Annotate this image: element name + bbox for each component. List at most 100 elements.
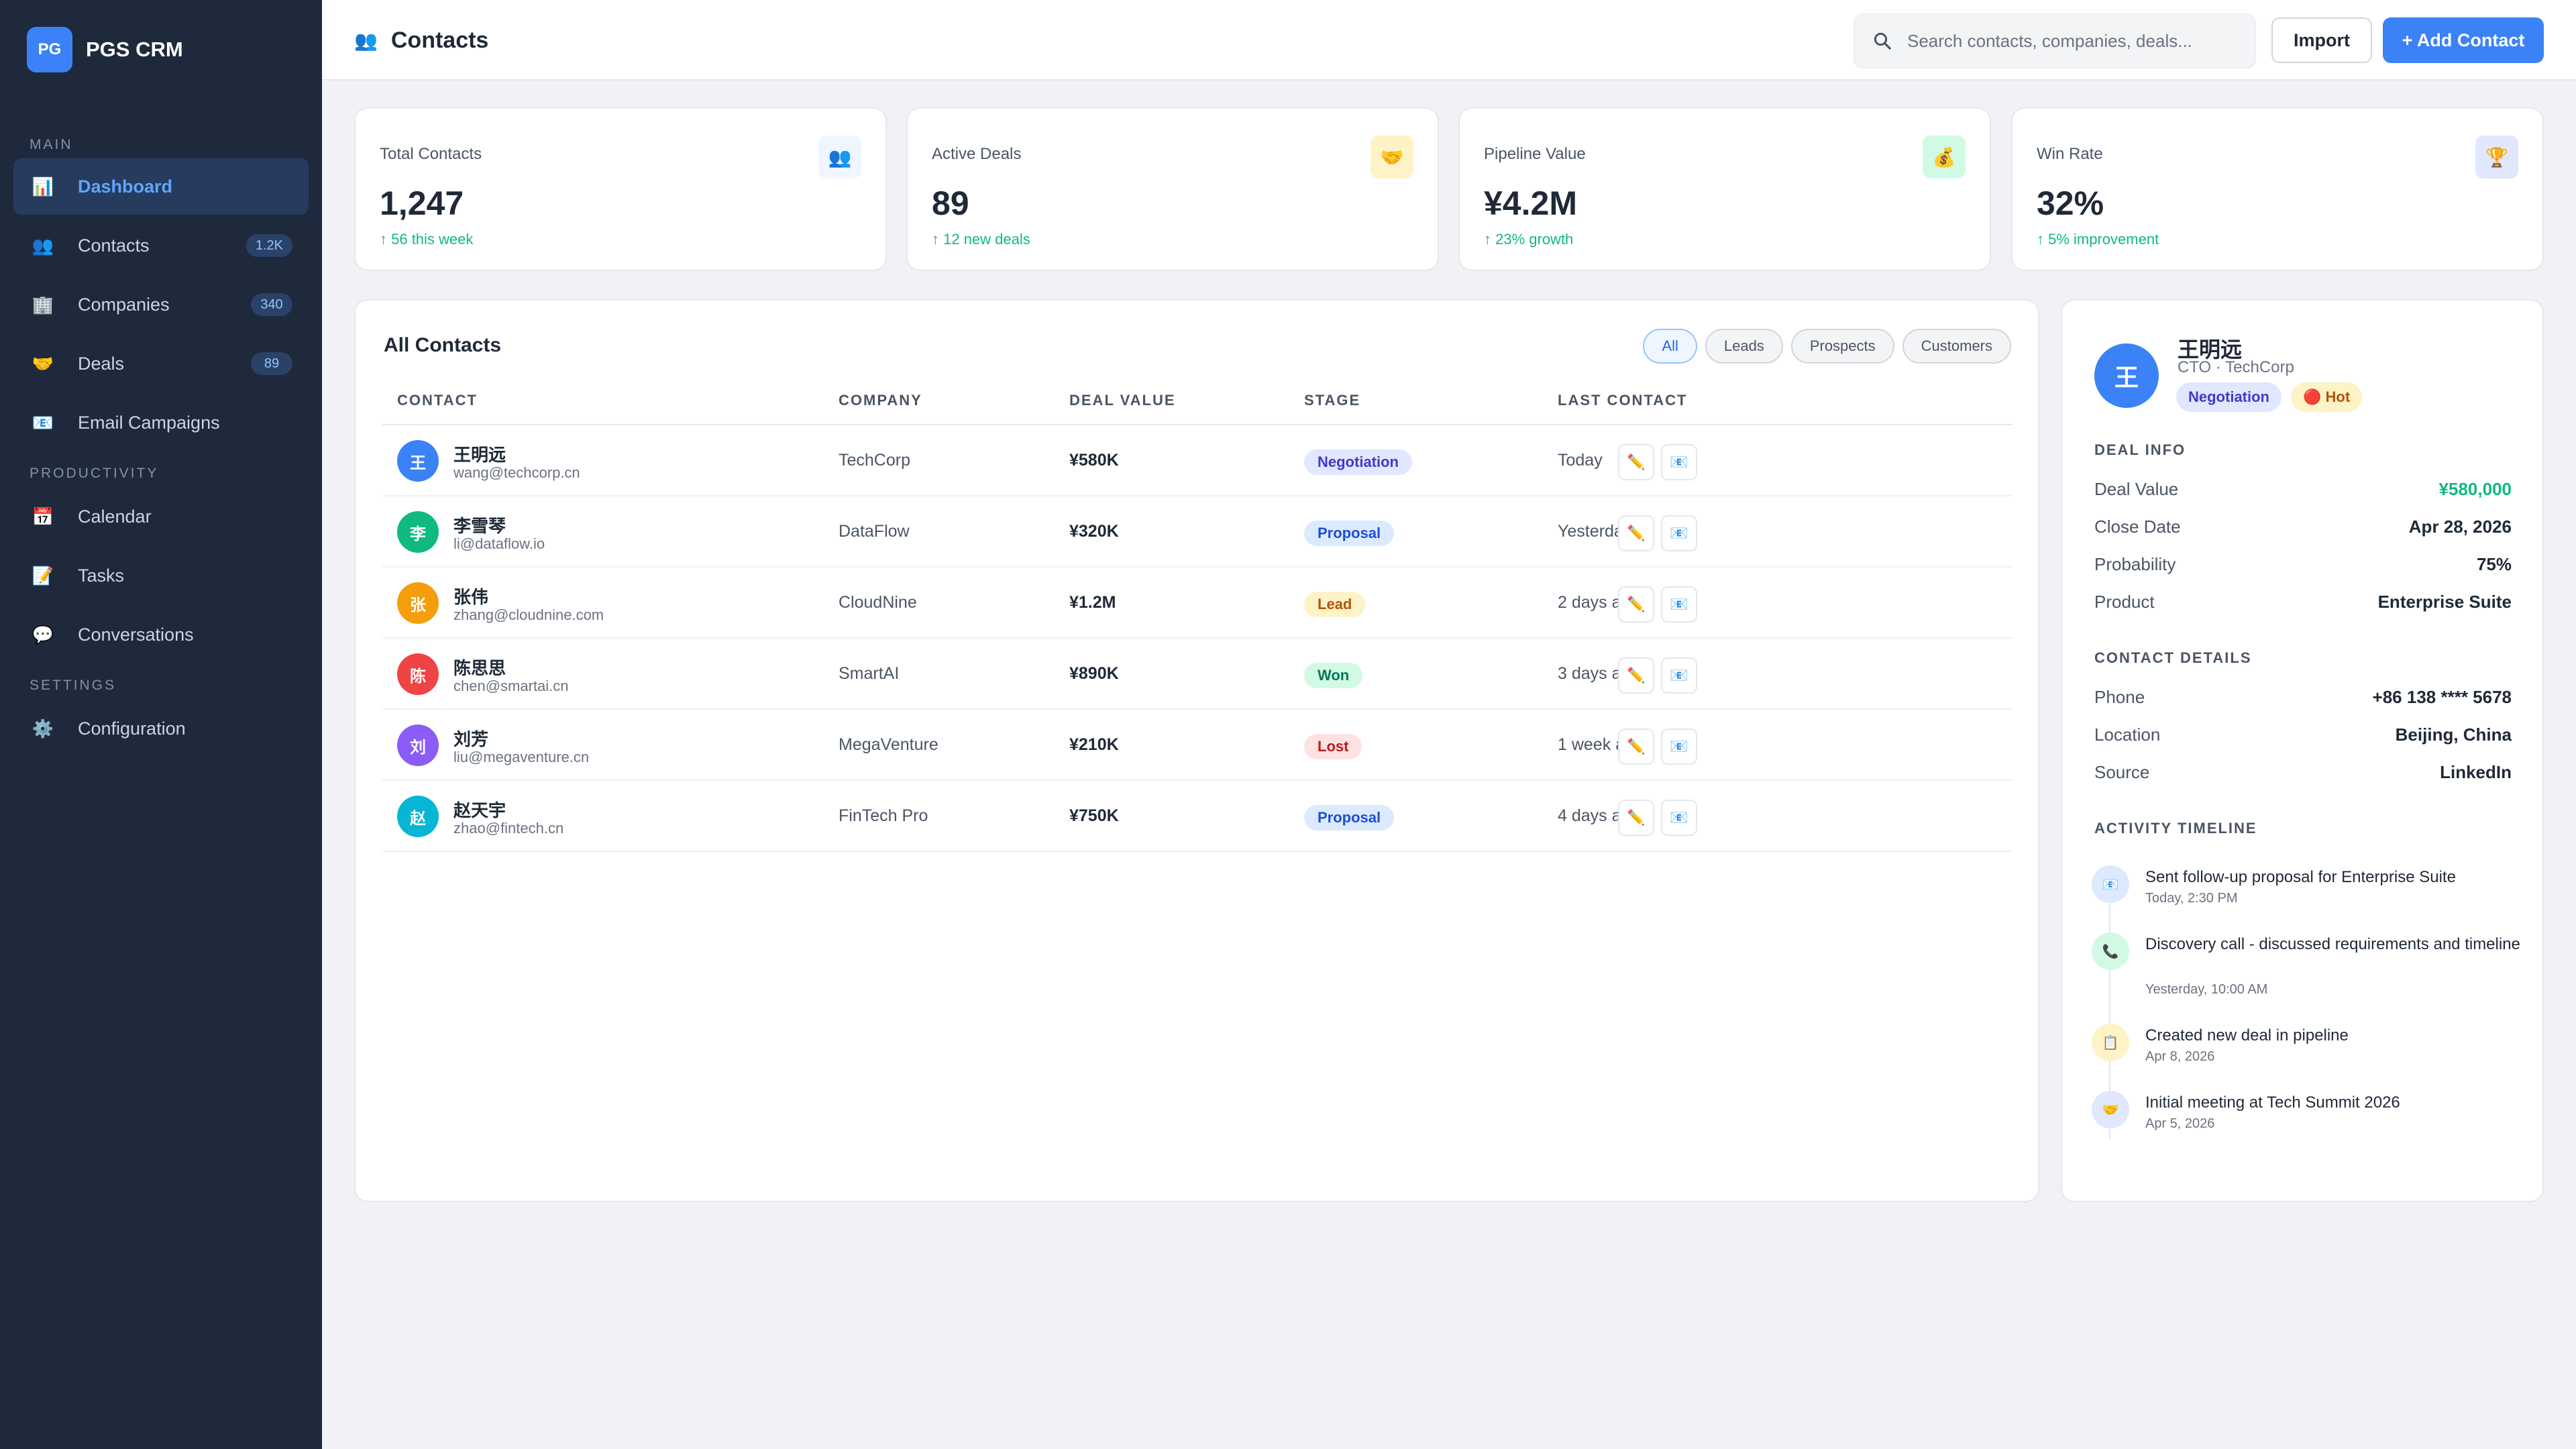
detail-tags: Negotiation 🔴 Hot: [2176, 382, 2371, 412]
deal-value: ¥750K: [1069, 806, 1119, 825]
sidebar-item-deals[interactable]: 🤝 Deals 89: [13, 335, 309, 392]
sidebar-item-companies[interactable]: 🏢 Companies 340: [13, 276, 309, 333]
deal-value: ¥210K: [1069, 735, 1119, 754]
sidebar-item-conversations[interactable]: 💬 Conversations: [13, 606, 309, 663]
field-label: Close Date: [2094, 517, 2181, 537]
email-button[interactable]: 📧: [1661, 800, 1697, 836]
sidebar-item-dashboard[interactable]: 📊 Dashboard: [13, 158, 309, 215]
contacts-table-card: All Contacts All Leads Prospects Custome…: [354, 299, 2039, 1202]
contact-name[interactable]: 赵天宇: [453, 797, 506, 822]
email-button[interactable]: 📧: [1661, 729, 1697, 765]
contact-email: li@dataflow.io: [453, 535, 545, 552]
email-button[interactable]: 📧: [1661, 657, 1697, 694]
stage-badge: Won: [1304, 663, 1363, 688]
contact-name[interactable]: 王明远: [453, 441, 506, 466]
email-button[interactable]: 📧: [1661, 515, 1697, 551]
filter-leads[interactable]: Leads: [1705, 329, 1783, 364]
table-row[interactable]: 李 李雪琴 li@dataflow.io DataFlow ¥320K Prop…: [382, 496, 2012, 568]
field-value: ¥580,000: [2438, 479, 2512, 499]
stat-value: 89: [932, 184, 969, 222]
memo-icon: 📝: [32, 565, 54, 586]
avatar: 张: [397, 582, 439, 624]
column-header-stage[interactable]: Stage: [1304, 392, 1360, 409]
table-row[interactable]: 王 王明远 wang@techcorp.cn TechCorp ¥580K Ne…: [382, 425, 2012, 496]
avatar: 刘: [397, 724, 439, 766]
email-button[interactable]: 📧: [1661, 444, 1697, 480]
page-title: 👥 Contacts: [354, 0, 488, 80]
stage-badge: Lost: [1304, 734, 1362, 759]
contact-detail-panel: 王 王明远 CTO · TechCorp Negotiation 🔴 Hot D…: [2061, 299, 2544, 1202]
edit-button[interactable]: ✏️: [1618, 586, 1654, 623]
stat-card-win-rate: Win Rate 32% ↑ 5% improvement 🏆: [2011, 107, 2544, 271]
sidebar-item-label: Calendar: [78, 506, 152, 527]
section-heading-activity-timeline: Activity Timeline: [2094, 820, 2257, 837]
column-header-contact[interactable]: Contact: [397, 392, 478, 409]
filter-prospects[interactable]: Prospects: [1790, 329, 1894, 364]
contact-name[interactable]: 张伟: [453, 584, 488, 608]
timeline-text: Initial meeting at Tech Summit 2026: [2145, 1093, 2400, 1112]
table-row[interactable]: 陈 陈思思 chen@smartai.cn SmartAI ¥890K Won …: [382, 639, 2012, 710]
table-title: All Contacts: [384, 334, 502, 356]
contact-name[interactable]: 刘芳: [453, 726, 488, 751]
contact-name[interactable]: 陈思思: [453, 655, 506, 680]
column-header-deal-value[interactable]: Deal Value: [1069, 392, 1176, 409]
brand-logo: PG: [27, 27, 72, 72]
field-label: Deal Value: [2094, 479, 2179, 499]
sidebar-item-tasks[interactable]: 📝 Tasks: [13, 547, 309, 604]
search-box[interactable]: [1854, 13, 2256, 68]
stage-badge: Proposal: [1304, 805, 1395, 830]
deal-value: ¥320K: [1069, 522, 1119, 541]
people-icon: 👥: [32, 235, 54, 256]
edit-button[interactable]: ✏️: [1618, 657, 1654, 694]
field-label: Location: [2094, 724, 2161, 745]
table-row[interactable]: 赵 赵天宇 zhao@fintech.cn FinTech Pro ¥750K …: [382, 781, 2012, 852]
contact-name[interactable]: 李雪琴: [453, 513, 506, 537]
sidebar-item-label: Contacts: [78, 235, 150, 256]
last-contact: Today: [1558, 451, 1603, 470]
stat-value: 32%: [2037, 184, 2104, 222]
people-icon: 👥: [818, 136, 861, 178]
stat-card-active-deals: Active Deals 89 ↑ 12 new deals 🤝: [906, 107, 1439, 271]
stat-change: ↑ 56 this week: [380, 231, 474, 248]
table-row[interactable]: 张 张伟 zhang@cloudnine.com CloudNine ¥1.2M…: [382, 568, 2012, 639]
filter-all[interactable]: All: [1643, 329, 1697, 364]
column-header-last-contact[interactable]: Last Contact: [1558, 392, 1687, 409]
brand[interactable]: PG PGS CRM: [27, 27, 183, 72]
sidebar-item-calendar[interactable]: 📅 Calendar: [13, 488, 309, 545]
company-name: FinTech Pro: [839, 806, 928, 825]
import-button[interactable]: Import: [2271, 17, 2372, 63]
field-value: Beijing, China: [2395, 724, 2512, 745]
sidebar-item-email-campaigns[interactable]: 📧 Email Campaigns: [13, 394, 309, 451]
add-contact-button[interactable]: + Add Contact: [2383, 17, 2544, 63]
search-input[interactable]: [1907, 30, 2229, 52]
sidebar-item-configuration[interactable]: ⚙️ Configuration: [13, 700, 309, 757]
timeline-time: Today, 2:30 PM: [2145, 891, 2238, 906]
email-button[interactable]: 📧: [1661, 586, 1697, 623]
location-row: Location Beijing, China: [2094, 724, 2512, 751]
gear-icon: ⚙️: [32, 718, 54, 739]
product-row: Product Enterprise Suite: [2094, 592, 2512, 619]
contact-email: liu@megaventure.cn: [453, 749, 590, 765]
count-badge: 89: [251, 352, 292, 375]
sidebar-item-label: Configuration: [78, 718, 186, 739]
sidebar-item-contacts[interactable]: 👥 Contacts 1.2K: [13, 217, 309, 274]
section-heading-contact-details: Contact Details: [2094, 649, 2252, 666]
stage-badge: Negotiation: [1304, 449, 1412, 475]
edit-button[interactable]: ✏️: [1618, 444, 1654, 480]
filter-customers[interactable]: Customers: [1902, 329, 2011, 364]
handshake-icon: 🤝: [2092, 1091, 2129, 1128]
column-header-company[interactable]: Company: [839, 392, 922, 409]
sidebar: PG PGS CRM Main 📊 Dashboard 👥 Contacts 1…: [0, 0, 322, 1449]
edit-button[interactable]: ✏️: [1618, 515, 1654, 551]
brand-name: PGS CRM: [86, 38, 183, 61]
company-name: MegaVenture: [839, 735, 938, 754]
table-header: Contact Company Deal Value Stage Last Co…: [382, 392, 2012, 425]
edit-button[interactable]: ✏️: [1618, 729, 1654, 765]
deal-value-row: Deal Value ¥580,000: [2094, 479, 2512, 506]
sidebar-item-label: Conversations: [78, 624, 194, 645]
avatar: 赵: [397, 796, 439, 837]
table-row[interactable]: 刘 刘芳 liu@megaventure.cn MegaVenture ¥210…: [382, 710, 2012, 781]
edit-button[interactable]: ✏️: [1618, 800, 1654, 836]
handshake-icon: 🤝: [1371, 136, 1413, 178]
avatar: 李: [397, 511, 439, 553]
